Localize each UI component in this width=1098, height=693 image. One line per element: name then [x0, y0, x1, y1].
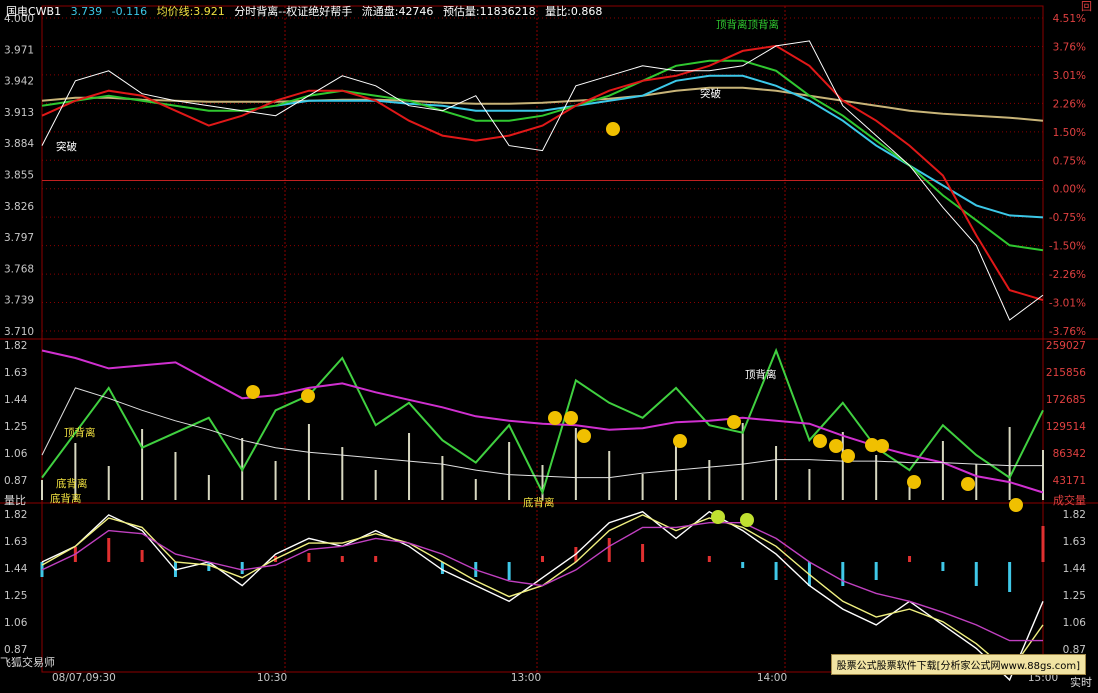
y-tick-label-right: 3.01% — [1053, 70, 1086, 82]
average-price: 均价线:3.921 — [156, 5, 225, 18]
y-tick-label-right: 259027 — [1046, 340, 1086, 352]
y-tick-label-right: -3.01% — [1049, 298, 1086, 310]
y-tick-label-right: 1.06 — [1063, 617, 1087, 629]
signal-smiley-icon — [813, 434, 827, 448]
signal-smiley-icon — [564, 411, 578, 425]
estimated-volume: 预估量:11836218 — [442, 5, 536, 18]
x-tick-label: 10:30 — [257, 672, 287, 684]
bottom-left-label: 飞狐交易师 — [0, 656, 55, 669]
y-tick-label: 1.63 — [4, 536, 27, 548]
signal-smiley-icon — [301, 389, 315, 403]
series-osc_yellow — [41, 514, 1044, 674]
signal-smiley-icon — [711, 510, 725, 524]
series-ma_red — [41, 44, 1044, 302]
y-tick-label: 1.25 — [4, 421, 27, 433]
signal-smiley-icon — [548, 411, 562, 425]
y-tick-label: 1.82 — [4, 509, 27, 521]
signal-smiley-icon — [829, 439, 843, 453]
signal-smiley-icon — [841, 449, 855, 463]
annotation-label: 突破 — [700, 87, 721, 100]
y-tick-label-right: 1.82 — [1063, 509, 1086, 521]
y-tick-label-right: 1.63 — [1063, 536, 1086, 548]
watermark-banner[interactable]: 股票公式股票软件下载[分析家公式网www.88gs.com] — [830, 654, 1086, 675]
annotation-label: 突破 — [56, 140, 77, 153]
y-tick-label-right: 0.75% — [1053, 155, 1086, 167]
y-tick-label: 3.913 — [4, 107, 34, 119]
signal-smiley-icon — [961, 477, 975, 491]
y-tick-label: 3.710 — [4, 326, 34, 338]
y-tick-label: 1.44 — [4, 563, 28, 575]
signal-smiley-icon — [740, 513, 754, 527]
x-tick-label: 08/07,09:30 — [52, 672, 116, 684]
y-tick-label-right: 2.26% — [1053, 98, 1086, 110]
annotation-label: 底背离 — [50, 492, 82, 505]
y-tick-label: 0.87 — [4, 475, 27, 487]
signal-smiley-icon — [606, 122, 620, 136]
series-osc_magenta — [41, 522, 1043, 642]
y-tick-label: 3.826 — [4, 201, 34, 213]
y-tick-label: 3.855 — [4, 170, 34, 182]
y-tick-label: 1.82 — [4, 340, 27, 352]
annotation-label: 底背离 — [523, 496, 555, 509]
mid-right-label: 成交量 — [1053, 494, 1086, 507]
y-tick-label: 1.63 — [4, 367, 27, 379]
chart-header: 国电CWB1 3.739 -0.116 均价线:3.921 分时背离--权证绝好… — [6, 3, 608, 19]
y-tick-label: 3.768 — [4, 263, 34, 275]
annotation-label: 顶背离顶背离 — [716, 18, 779, 31]
price-change: -0.116 — [111, 5, 148, 18]
y-tick-label-right: 129514 — [1046, 421, 1086, 433]
annotation-label: 顶背离 — [745, 368, 777, 381]
y-tick-label-right: 0.00% — [1053, 184, 1086, 196]
annotation-label: 底背离 — [56, 477, 88, 490]
indicator-name: 分时背离--权证绝好帮手 — [234, 5, 353, 18]
y-tick-label-right: 1.50% — [1053, 127, 1086, 139]
y-tick-label-right: 1.25 — [1063, 590, 1086, 602]
x-tick-label: 14:00 — [757, 672, 787, 684]
volume-ratio: 量比:0.868 — [545, 5, 603, 18]
bottom-right-label: 实时 — [1070, 676, 1092, 689]
y-tick-label: 1.06 — [4, 448, 28, 460]
current-price: 3.739 — [70, 5, 103, 18]
y-tick-label: 1.06 — [4, 617, 28, 629]
y-tick-label-right: 1.44 — [1063, 563, 1087, 575]
signal-smiley-icon — [246, 385, 260, 399]
y-tick-label-right: 215856 — [1046, 367, 1086, 379]
y-tick-label: 1.25 — [4, 590, 27, 602]
signal-smiley-icon — [577, 429, 591, 443]
y-tick-label-right: -1.50% — [1049, 241, 1086, 253]
signal-smiley-icon — [673, 434, 687, 448]
y-tick-label-right: 172685 — [1046, 394, 1086, 406]
y-tick-label: 1.44 — [4, 394, 28, 406]
y-tick-label: 3.884 — [4, 138, 34, 150]
stock-code: 国电CWB1 — [6, 5, 62, 18]
series-vol_ratio_white — [41, 387, 1043, 479]
x-tick-label: 13:00 — [511, 672, 541, 684]
corner-label[interactable]: 回 — [1081, 0, 1092, 14]
y-tick-label: 3.971 — [4, 44, 34, 56]
y-tick-label: 3.942 — [4, 76, 34, 88]
annotation-label: 顶背离 — [64, 426, 96, 439]
y-tick-label-right: -3.76% — [1049, 326, 1086, 338]
float-shares: 流通盘:42746 — [361, 5, 434, 18]
y-tick-label: 3.739 — [4, 295, 34, 307]
y-tick-label-right: 4.51% — [1053, 13, 1086, 25]
signal-smiley-icon — [1009, 498, 1023, 512]
y-tick-label-right: 43171 — [1053, 475, 1086, 487]
y-tick-label: 3.797 — [4, 232, 34, 244]
signal-smiley-icon — [907, 475, 921, 489]
mid-left-label: 量比 — [4, 494, 26, 507]
y-tick-label-right: -2.26% — [1049, 269, 1086, 281]
y-tick-label-right: 86342 — [1053, 448, 1086, 460]
signal-smiley-icon — [875, 439, 889, 453]
y-tick-label-right: 3.76% — [1053, 41, 1086, 53]
signal-smiley-icon — [727, 415, 741, 429]
chart-canvas: 08/07,09:30 10:30 13:00 14:00 15:004.0003.97… — [0, 5, 1098, 684]
y-tick-label-right: -0.75% — [1049, 212, 1086, 224]
